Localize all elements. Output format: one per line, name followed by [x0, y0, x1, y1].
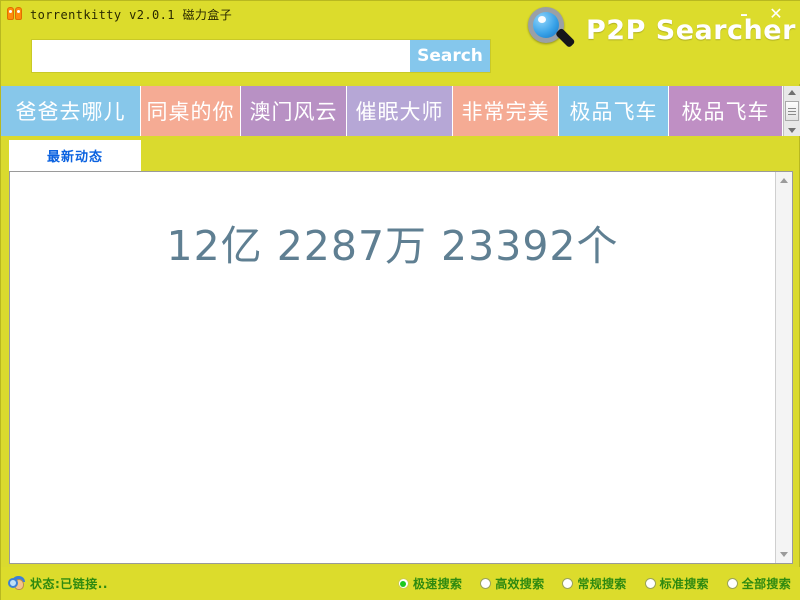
- tab-scrollbar[interactable]: [783, 86, 800, 136]
- movie-tab-label: 同桌的你: [146, 100, 235, 124]
- movie-tab-0[interactable]: 爸爸去哪儿: [1, 86, 141, 136]
- search-mode-radio-label: 极速搜索: [412, 577, 463, 591]
- user-search-icon: [8, 575, 26, 592]
- application-window: torrentkitty v2.0.1 磁力盒子 – ✕ Search P2P …: [0, 0, 800, 600]
- search-mode-radio-3[interactable]: 标准搜索: [644, 575, 709, 592]
- search-mode-radio-2[interactable]: 常规搜索: [562, 575, 626, 592]
- brand-title: P2P Searcher: [586, 14, 796, 46]
- resource-count-text: 12亿 2287万 23392个: [166, 222, 619, 270]
- search-mode-radio-0[interactable]: 极速搜索: [397, 575, 463, 592]
- radio-dot-icon[interactable]: [397, 578, 409, 589]
- content-scroll-down-icon[interactable]: [776, 546, 792, 563]
- status-bar: 状态:已链接.. 极速搜索 高效搜索 常规搜索 标准搜索 全部搜索: [1, 567, 800, 600]
- movie-tab-strip: 爸爸去哪儿 同桌的你 澳门风云 催眠大师 非常完美 极品飞车 极品飞车: [1, 86, 800, 136]
- content-scroll-up-icon[interactable]: [776, 172, 792, 189]
- search-bar: Search: [31, 39, 491, 73]
- status-text: 状态:已链接..: [30, 577, 108, 591]
- movie-tab-6[interactable]: 极品飞车: [669, 86, 783, 136]
- search-mode-radio-label: 全部搜索: [741, 577, 791, 591]
- content-body: 12亿 2287万 23392个: [10, 172, 775, 563]
- tab-scroll-up-icon[interactable]: [785, 86, 800, 98]
- movie-tab-label: 极品飞车: [569, 100, 658, 124]
- movie-tab-1[interactable]: 同桌的你: [141, 86, 241, 136]
- search-input[interactable]: [32, 40, 410, 72]
- radio-dot-icon[interactable]: [644, 578, 656, 589]
- radio-dot-icon[interactable]: [562, 578, 574, 589]
- status-group: 状态:已链接..: [8, 575, 108, 592]
- search-mode-radio-1[interactable]: 高效搜索: [480, 575, 544, 592]
- movie-tab-label: 爸爸去哪儿: [15, 100, 126, 124]
- movie-tab-label: 催眠大师: [355, 100, 444, 124]
- movie-tab-label: 极品飞车: [681, 100, 770, 124]
- movie-tab-label: 非常完美: [461, 100, 550, 124]
- movie-tab-2[interactable]: 澳门风云: [241, 86, 347, 136]
- search-mode-radio-label: 高效搜索: [495, 577, 545, 591]
- search-mode-radio-label: 标准搜索: [659, 577, 709, 591]
- movie-tab-list: 爸爸去哪儿 同桌的你 澳门风云 催眠大师 非常完美 极品飞车 极品飞车: [1, 86, 783, 136]
- radio-dot-icon[interactable]: [726, 578, 738, 589]
- radio-dot-icon[interactable]: [480, 578, 492, 589]
- movie-tab-3[interactable]: 催眠大师: [347, 86, 453, 136]
- binoculars-icon: [6, 6, 24, 22]
- content-scrollbar[interactable]: [775, 172, 792, 563]
- search-button[interactable]: Search: [410, 40, 490, 72]
- sub-tab-bar: 最新动态: [9, 140, 793, 171]
- movie-tab-label: 澳门风云: [249, 100, 338, 124]
- content-panel: 12亿 2287万 23392个: [9, 171, 793, 564]
- tab-scroll-down-icon[interactable]: [785, 124, 800, 136]
- movie-tab-4[interactable]: 非常完美: [453, 86, 559, 136]
- tab-scroll-thumb[interactable]: [785, 101, 799, 121]
- search-mode-radio-4[interactable]: 全部搜索: [726, 575, 791, 592]
- brand-logo: P2P Searcher: [526, 5, 796, 55]
- search-mode-radio-label: 常规搜索: [577, 577, 627, 591]
- magnifier-icon: [526, 5, 578, 55]
- search-mode-radio-group: 极速搜索 高效搜索 常规搜索 标准搜索 全部搜索: [397, 567, 791, 600]
- window-title: torrentkitty v2.0.1 磁力盒子: [30, 7, 233, 22]
- movie-tab-5[interactable]: 极品飞车: [559, 86, 669, 136]
- tab-latest-news[interactable]: 最新动态: [9, 140, 141, 171]
- search-header: Search P2P Searcher: [1, 7, 800, 84]
